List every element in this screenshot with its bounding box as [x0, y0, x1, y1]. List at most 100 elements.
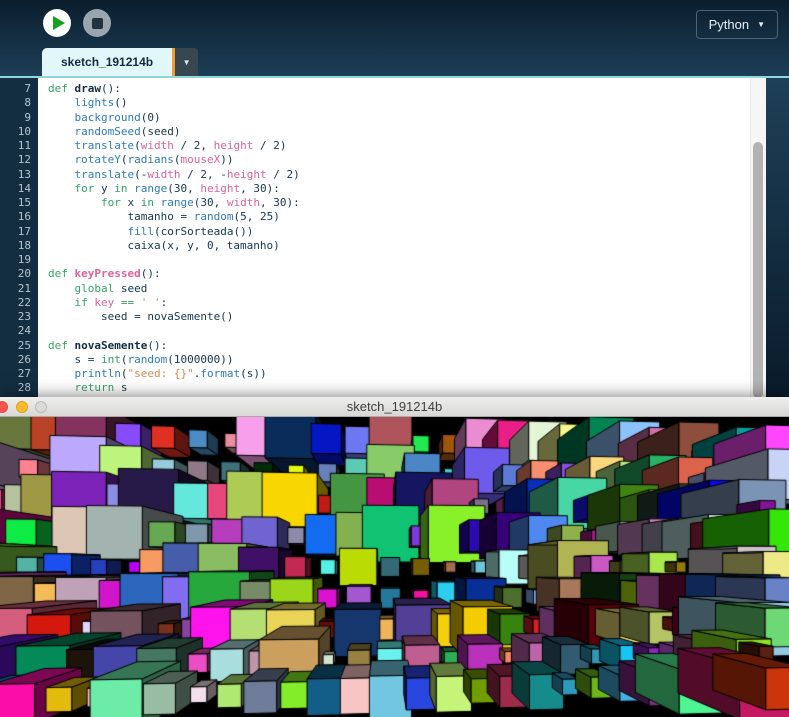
- code-token-plain: x: [121, 196, 141, 209]
- code-token-defname: draw: [75, 82, 102, 95]
- code-token-pvar: height: [214, 139, 254, 152]
- code-line: println("seed: {}".format(s)): [48, 367, 750, 381]
- code-token-plain: seed = novaSemente(): [48, 310, 233, 323]
- code-line: global seed: [48, 282, 750, 296]
- code-editor: 7891011121314151617181920212223242526272…: [0, 78, 789, 397]
- line-number: 8: [0, 96, 31, 110]
- code-line: [48, 253, 750, 267]
- code-line: randomSeed(seed): [48, 125, 750, 139]
- code-token-pvar: width: [141, 139, 174, 152]
- code-line: tamanho = random(5, 25): [48, 210, 750, 224]
- code-line: def keyPressed():: [48, 267, 750, 281]
- code-line: seed = novaSemente(): [48, 310, 750, 324]
- line-number: 26: [0, 353, 31, 367]
- code-line: lights(): [48, 96, 750, 110]
- code-token-plain: s =: [48, 353, 101, 366]
- sketch-canvas[interactable]: [0, 417, 789, 717]
- code-token-plain: [48, 196, 101, 209]
- code-token-kw: in: [141, 196, 154, 209]
- line-number: 12: [0, 153, 31, 167]
- code-token-plain: / 2, -: [180, 168, 226, 181]
- code-token-kw: global: [75, 282, 115, 295]
- code-line: def novaSemente():: [48, 339, 750, 353]
- code-token-api: random: [194, 210, 234, 223]
- line-number: 14: [0, 182, 31, 196]
- scrollbar-thumb[interactable]: [753, 142, 763, 397]
- line-number: 7: [0, 82, 31, 96]
- code-token-plain: (corSorteada()): [154, 225, 253, 238]
- code-token-plain: , 30):: [240, 182, 280, 195]
- code-token-plain: / 2): [267, 168, 300, 181]
- code-token-plain: , 30):: [260, 196, 300, 209]
- code-token-defname: novaSemente: [75, 339, 148, 352]
- sketch-window-title: sketch_191214b: [0, 397, 789, 417]
- ide-toolbar: Python ▼ sketch_191214b ▼: [0, 0, 789, 76]
- screen: Python ▼ sketch_191214b ▼ 78910111213141…: [0, 0, 789, 717]
- code-line: [48, 324, 750, 338]
- stop-icon: [92, 18, 103, 29]
- code-line: fill(corSorteada()): [48, 225, 750, 239]
- code-token-plain: [48, 367, 75, 380]
- play-icon: [53, 16, 65, 30]
- chevron-down-icon: ▼: [757, 21, 765, 29]
- mode-selector-button[interactable]: Python ▼: [696, 10, 778, 39]
- code-token-plain: [48, 381, 75, 394]
- line-number: 13: [0, 168, 31, 182]
- line-number: 9: [0, 111, 31, 125]
- code-line: return s: [48, 381, 750, 395]
- sketch-window: sketch_191214b: [0, 397, 789, 717]
- code-token-pvar: height: [227, 168, 267, 181]
- code-token-api: random: [127, 353, 167, 366]
- code-line: if key == ' ':: [48, 296, 750, 310]
- code-token-plain: [154, 196, 161, 209]
- code-token-kw: ==: [121, 296, 134, 309]
- code-token-kw: for: [75, 182, 95, 195]
- sketch-titlebar[interactable]: sketch_191214b: [0, 397, 789, 417]
- code-token-api: println: [75, 367, 121, 380]
- editor-scrollbar[interactable]: [750, 78, 766, 397]
- line-number: 16: [0, 210, 31, 224]
- code-token-plain: [48, 125, 75, 138]
- tab-sketch[interactable]: sketch_191214b ▼: [42, 48, 198, 76]
- code-token-plain: s: [114, 381, 127, 394]
- line-number: 27: [0, 367, 31, 381]
- editor-right-margin: [766, 78, 789, 397]
- code-token-plain: [48, 139, 75, 152]
- line-number: 11: [0, 139, 31, 153]
- code-token-plain: (): [114, 96, 127, 109]
- code-token-str: "seed: {}": [127, 367, 193, 380]
- code-token-plain: [48, 182, 75, 195]
- code-token-kw: if: [75, 296, 88, 309]
- code-token-plain: (1000000)): [167, 353, 233, 366]
- code-token-pvar: key: [94, 296, 114, 309]
- code-area[interactable]: def draw(): lights() background(0) rando…: [38, 78, 750, 397]
- code-token-kw: int: [101, 353, 121, 366]
- code-token-plain: (s)): [240, 367, 267, 380]
- code-token-plain: [48, 296, 75, 309]
- code-token-plain: (5, 25): [233, 210, 279, 223]
- run-button[interactable]: [43, 9, 71, 37]
- code-token-api: translate: [75, 168, 135, 181]
- code-token-pvar: width: [147, 168, 180, 181]
- code-token-plain: ():: [147, 339, 167, 352]
- tab-menu-button[interactable]: ▼: [175, 48, 198, 76]
- code-token-api: radians: [127, 153, 173, 166]
- line-number: 19: [0, 253, 31, 267]
- code-token-plain: ():: [101, 82, 121, 95]
- code-line: s = int(random(1000000)): [48, 353, 750, 367]
- code-token-kw: return: [75, 381, 115, 394]
- code-token-api: lights: [75, 96, 115, 109]
- code-token-plain: y: [94, 182, 114, 195]
- line-number: 20: [0, 267, 31, 281]
- code-token-api: rotateY: [75, 153, 121, 166]
- code-token-pvar: mouseX: [180, 153, 220, 166]
- code-token-kw: def: [48, 82, 75, 95]
- code-token-plain: (30,: [194, 196, 227, 209]
- line-number: 17: [0, 225, 31, 239]
- stop-button[interactable]: [83, 9, 111, 37]
- line-number: 21: [0, 282, 31, 296]
- code-line: for y in range(30, height, 30):: [48, 182, 750, 196]
- code-token-pvarbold: keyPressed: [75, 267, 141, 280]
- code-token-api: range: [161, 196, 194, 209]
- code-token-plain: (0): [141, 111, 161, 124]
